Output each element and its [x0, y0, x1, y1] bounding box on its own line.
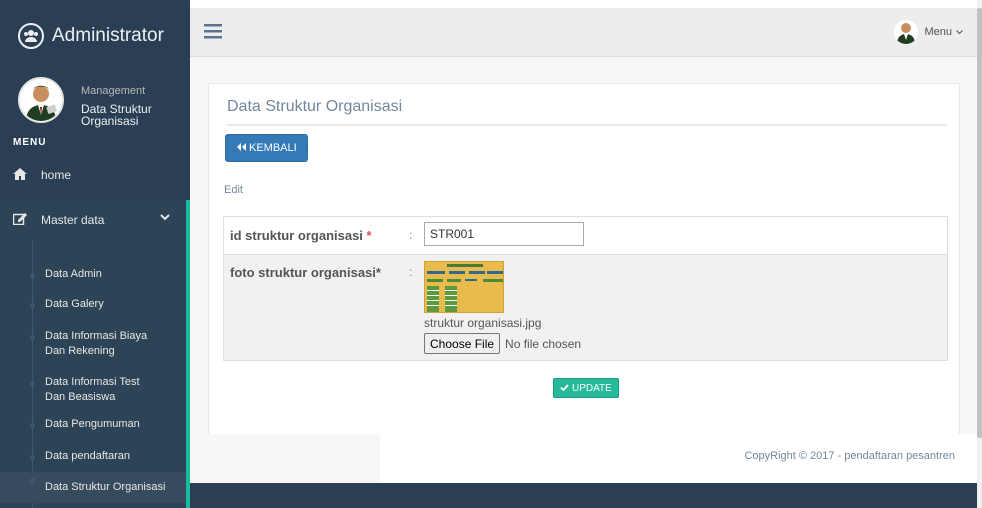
required-mark: *	[366, 228, 372, 243]
field-label-id-text: id struktur organisasi	[230, 228, 363, 243]
main-content: Data Struktur Organisasi KEMBALI Edit id…	[190, 57, 977, 483]
org-chart-thumbnail	[424, 261, 504, 313]
colon: :	[409, 228, 413, 242]
page-title: Data Struktur Organisasi	[227, 98, 403, 115]
footer-left	[190, 434, 380, 483]
nav-master-label: Master data	[41, 213, 105, 227]
panel-divider	[227, 124, 947, 126]
brand-title: Administrator	[52, 25, 164, 46]
submenu: Data Admin Data Galery Data Informasi Bi…	[0, 240, 190, 508]
submenu-item-data-biaya[interactable]: Data Informasi Biaya Dan Rekening	[0, 329, 170, 359]
table-row: foto struktur organisasi* : struktur org…	[224, 255, 947, 360]
sidebar: Administrator Management Data Struktur O…	[0, 0, 190, 508]
check-icon	[560, 383, 569, 394]
id-struktur-input[interactable]	[424, 222, 584, 246]
top-strip	[190, 0, 977, 8]
chevron-down-icon	[956, 26, 963, 38]
field-label-id: id struktur organisasi *	[230, 228, 372, 243]
nav-home-label: home	[41, 168, 72, 182]
bottom-bar	[190, 483, 977, 508]
top-nav: Menu	[190, 8, 977, 57]
panel: Data Struktur Organisasi KEMBALI Edit id…	[208, 83, 960, 435]
profile: Management Data Struktur Organisasi	[18, 77, 188, 137]
table-row: id struktur organisasi * :	[224, 217, 947, 255]
menu-heading: MENU	[13, 137, 47, 148]
avatar	[18, 77, 64, 123]
update-button-label: UPDATE	[572, 382, 612, 394]
scrollbar-thumb[interactable]	[977, 8, 982, 438]
photo-filename: struktur organisasi.jpg	[424, 316, 542, 330]
field-label-photo: foto struktur organisasi*	[230, 265, 381, 280]
brand[interactable]: Administrator	[0, 8, 190, 64]
nav-master-data[interactable]: Master data	[0, 200, 190, 240]
users-icon	[18, 23, 44, 49]
chevron-down-icon	[160, 213, 170, 224]
user-menu-label: Menu	[924, 26, 952, 38]
no-file-text: No file chosen	[505, 336, 582, 351]
colon: :	[409, 265, 413, 279]
submenu-item-data-test[interactable]: Data Informasi Test Dan Beasiswa	[0, 375, 160, 405]
file-input[interactable]: Choose File No file chosen	[424, 333, 581, 354]
backward-icon	[236, 142, 246, 154]
home-icon	[13, 167, 29, 183]
user-avatar	[894, 20, 919, 44]
update-button[interactable]: UPDATE	[553, 378, 619, 398]
submenu-item-data-pendaftaran[interactable]: Data pendaftaran	[0, 449, 186, 464]
submenu-item-data-pengumuman[interactable]: Data Pengumuman	[0, 417, 186, 432]
profile-role: Management	[81, 85, 146, 97]
copyright-text: CopyRight © 2017 - pendaftaran pesantren	[744, 450, 955, 462]
user-menu[interactable]: Menu	[894, 20, 963, 44]
choose-file-button[interactable]: Choose File	[424, 333, 501, 354]
submenu-item-data-admin[interactable]: Data Admin	[0, 267, 186, 282]
back-button[interactable]: KEMBALI	[225, 134, 308, 162]
edit-icon	[12, 212, 29, 228]
hamburger-icon[interactable]	[204, 21, 222, 43]
submenu-item-data-struktur[interactable]: Data Struktur Organisasi	[0, 472, 186, 503]
profile-name: Data Struktur Organisasi	[81, 102, 152, 128]
back-button-label: KEMBALI	[249, 142, 297, 154]
form-table: id struktur organisasi * : foto struktur…	[223, 216, 948, 361]
nav-home[interactable]: home	[0, 160, 190, 190]
footer: CopyRight © 2017 - pendaftaran pesantren	[190, 434, 977, 483]
submenu-item-data-galery[interactable]: Data Galery	[0, 297, 186, 312]
edit-label: Edit	[224, 184, 243, 196]
